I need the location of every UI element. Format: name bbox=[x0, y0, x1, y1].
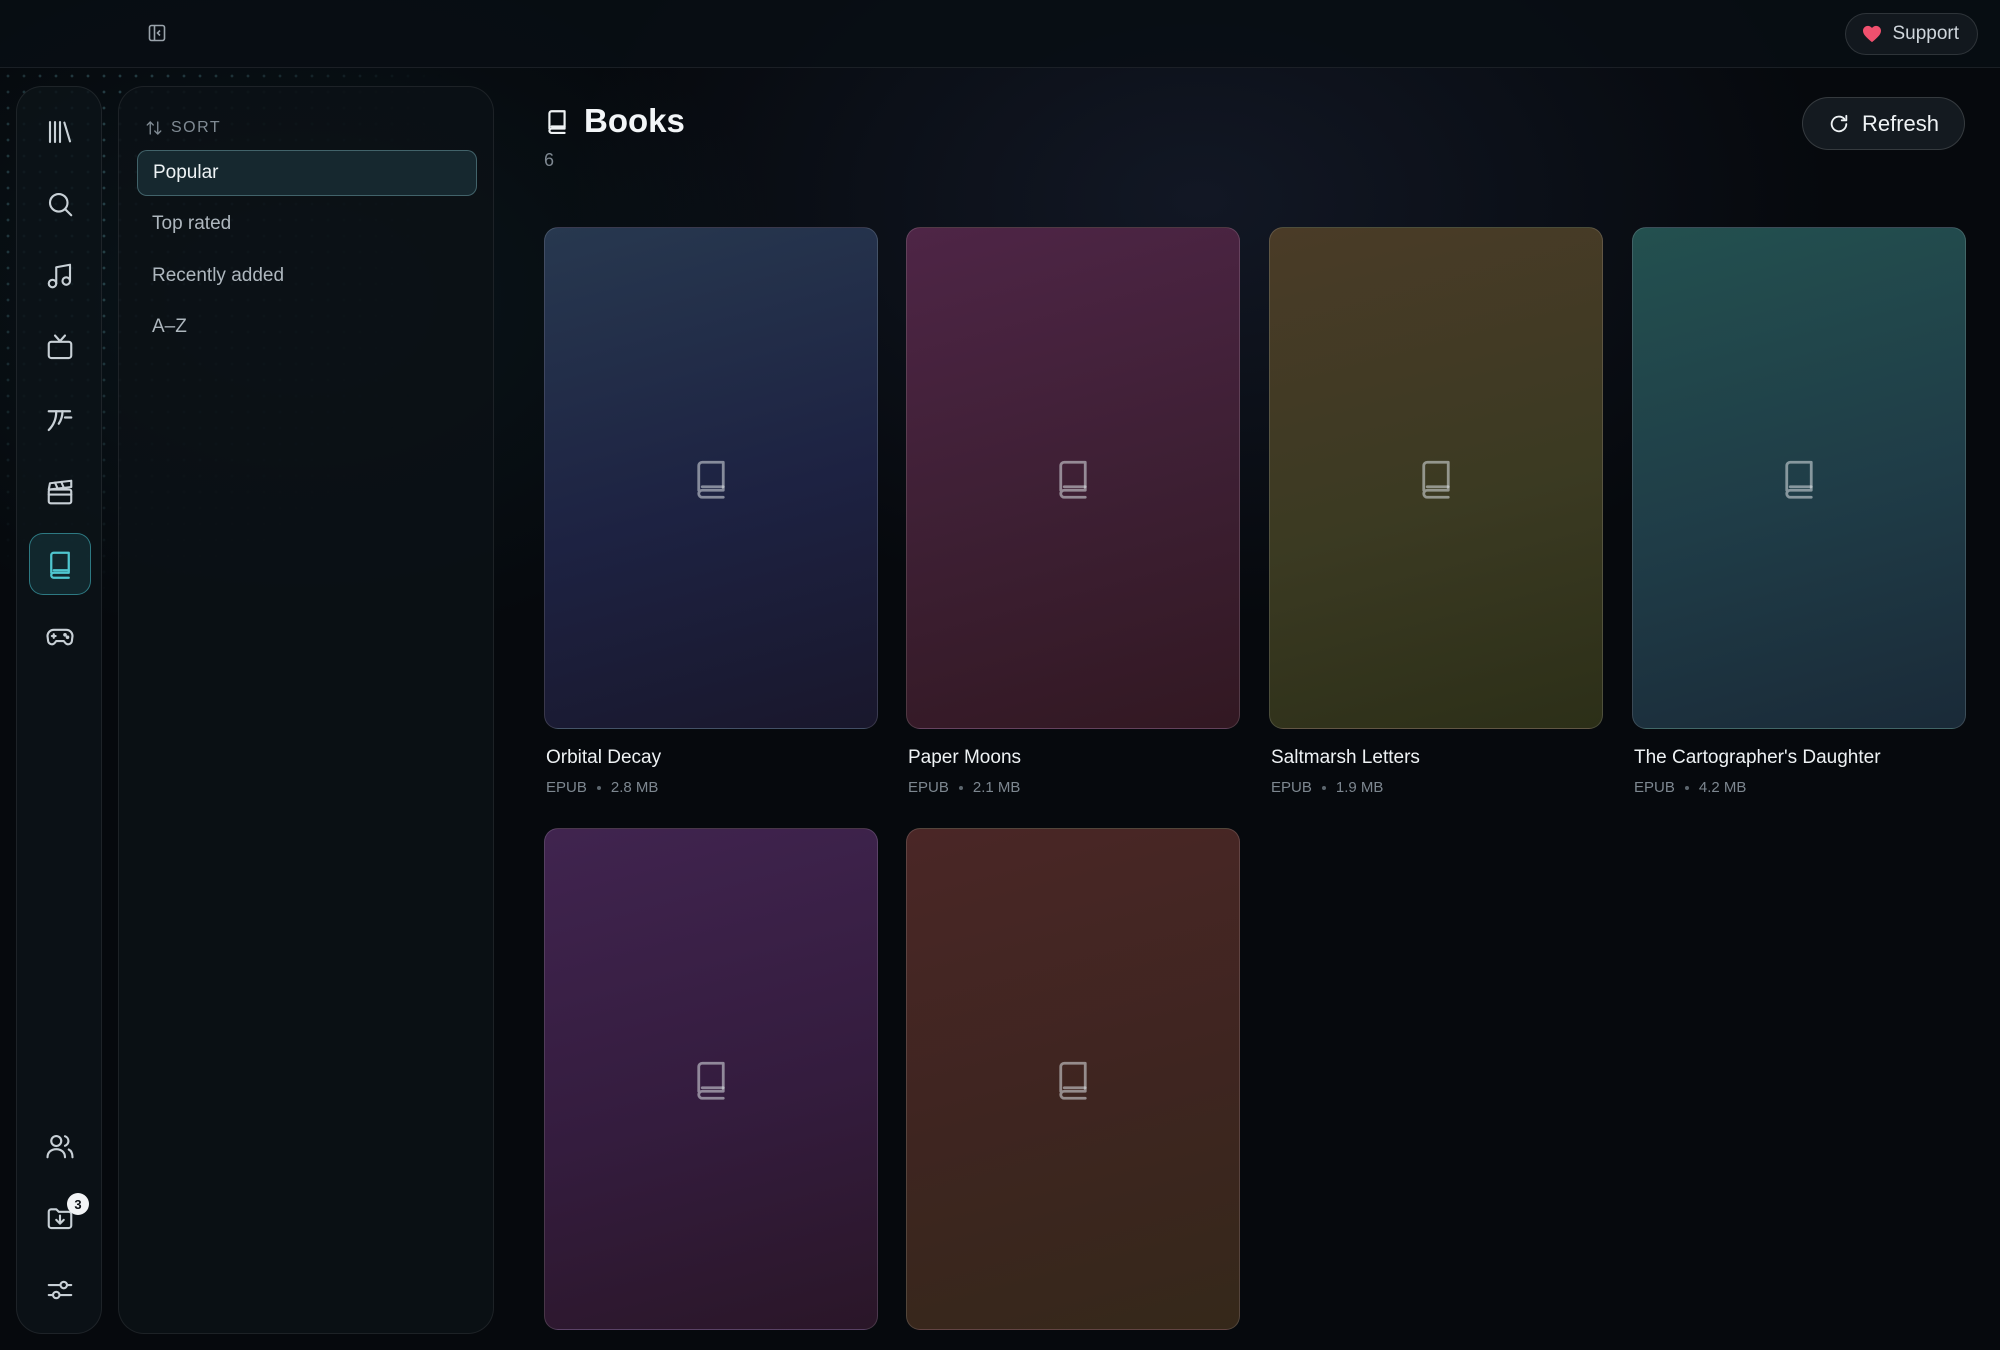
nav-music[interactable] bbox=[29, 245, 91, 307]
tv-icon bbox=[47, 334, 73, 360]
book-size: 1.9 MB bbox=[1335, 779, 1384, 796]
book-cover bbox=[906, 828, 1240, 1330]
book-placeholder-icon bbox=[1422, 460, 1450, 499]
sort-option-popular[interactable]: Popular bbox=[137, 150, 477, 196]
support-label: Support bbox=[1892, 23, 1959, 44]
book-placeholder-icon bbox=[1785, 460, 1813, 499]
library-icon bbox=[48, 120, 72, 144]
sort-option-label: Popular bbox=[153, 162, 219, 183]
separator-dot bbox=[958, 785, 963, 790]
book-meta: EPUB 4.2 MB bbox=[1634, 779, 1966, 796]
sort-option-label: Top rated bbox=[152, 213, 232, 234]
book-cover bbox=[1269, 227, 1603, 729]
search-icon bbox=[48, 192, 73, 217]
book-icon bbox=[50, 551, 70, 579]
sort-header: SORT bbox=[145, 119, 221, 137]
book-size: 2.1 MB bbox=[972, 779, 1021, 796]
nav-tv[interactable] bbox=[29, 317, 91, 379]
anime-icon bbox=[47, 410, 73, 432]
book-format: EPUB bbox=[1634, 779, 1675, 796]
page-title-text: Books bbox=[584, 102, 685, 139]
book-format: EPUB bbox=[1271, 779, 1312, 796]
users-icon bbox=[46, 1134, 74, 1159]
page-title: Books bbox=[544, 102, 685, 140]
book-icon bbox=[548, 110, 566, 134]
book-meta: EPUB 1.9 MB bbox=[1271, 779, 1603, 796]
music-icon bbox=[47, 263, 72, 289]
book-placeholder-icon bbox=[1059, 460, 1087, 499]
book-placeholder-icon bbox=[1059, 1061, 1087, 1100]
sort-icon bbox=[146, 121, 162, 135]
separator-dot bbox=[1684, 785, 1689, 790]
refresh-button[interactable]: Refresh bbox=[1802, 97, 1965, 150]
book-card[interactable] bbox=[906, 828, 1240, 1330]
book-cover bbox=[1632, 227, 1966, 729]
top-bar: Support bbox=[0, 0, 2000, 68]
separator-dot bbox=[1321, 785, 1326, 790]
refresh-icon bbox=[1830, 114, 1848, 132]
icon-rail: 3 bbox=[16, 86, 102, 1334]
nav-anime[interactable] bbox=[29, 389, 91, 451]
downloads-badge: 3 bbox=[67, 1193, 89, 1215]
book-meta: EPUB 2.8 MB bbox=[546, 779, 878, 796]
book-card[interactable]: The Cartographer's Daughter EPUB 4.2 MB bbox=[1632, 227, 1966, 796]
nav-movies[interactable] bbox=[29, 461, 91, 523]
nav-downloads[interactable]: 3 bbox=[29, 1187, 91, 1249]
nav-users[interactable] bbox=[29, 1115, 91, 1177]
nav-settings[interactable] bbox=[29, 1259, 91, 1321]
book-title: Orbital Decay bbox=[546, 747, 662, 768]
nav-search[interactable] bbox=[29, 173, 91, 235]
nav-games[interactable] bbox=[29, 605, 91, 667]
separator-dot bbox=[596, 785, 601, 790]
book-card[interactable]: Saltmarsh Letters EPUB 1.9 MB bbox=[1269, 227, 1603, 796]
sort-option-label: Recently added bbox=[152, 265, 285, 286]
book-format: EPUB bbox=[908, 779, 949, 796]
nav-library[interactable] bbox=[29, 101, 91, 163]
book-placeholder-icon bbox=[697, 1061, 725, 1100]
heart-icon bbox=[1863, 25, 1882, 43]
nav-books[interactable] bbox=[29, 533, 91, 595]
book-size: 2.8 MB bbox=[610, 779, 659, 796]
book-cover bbox=[906, 227, 1240, 729]
book-cover bbox=[544, 227, 878, 729]
refresh-label: Refresh bbox=[1861, 110, 1940, 136]
clapperboard-icon bbox=[47, 479, 73, 505]
book-card[interactable]: Orbital Decay EPUB 2.8 MB bbox=[544, 227, 878, 796]
item-count: 6 bbox=[544, 150, 555, 170]
book-card[interactable]: Paper Moons EPUB 2.1 MB bbox=[906, 227, 1240, 796]
sort-title: SORT bbox=[171, 119, 222, 136]
book-title: Paper Moons bbox=[908, 747, 1022, 768]
book-size: 4.2 MB bbox=[1698, 779, 1747, 796]
support-button[interactable]: Support bbox=[1845, 13, 1978, 55]
book-title: The Cartographer's Daughter bbox=[1634, 747, 1881, 768]
sort-option-top-rated[interactable]: Top rated bbox=[137, 201, 477, 247]
sort-option-recently-added[interactable]: Recently added bbox=[137, 253, 477, 299]
sidebar-toggle-icon[interactable] bbox=[146, 22, 168, 44]
sort-panel: SORT Popular Top rated Recently added A–… bbox=[118, 86, 494, 1334]
sort-option-a-z[interactable]: A–Z bbox=[137, 304, 477, 350]
book-placeholder-icon bbox=[697, 460, 725, 499]
gamepad-icon bbox=[46, 628, 74, 646]
book-title: Saltmarsh Letters bbox=[1271, 747, 1420, 768]
book-card[interactable] bbox=[544, 828, 878, 1330]
book-cover bbox=[544, 828, 878, 1330]
settings-sliders-icon bbox=[47, 1280, 73, 1300]
book-format: EPUB bbox=[546, 779, 587, 796]
sort-option-label: A–Z bbox=[152, 316, 187, 337]
book-meta: EPUB 2.1 MB bbox=[908, 779, 1240, 796]
